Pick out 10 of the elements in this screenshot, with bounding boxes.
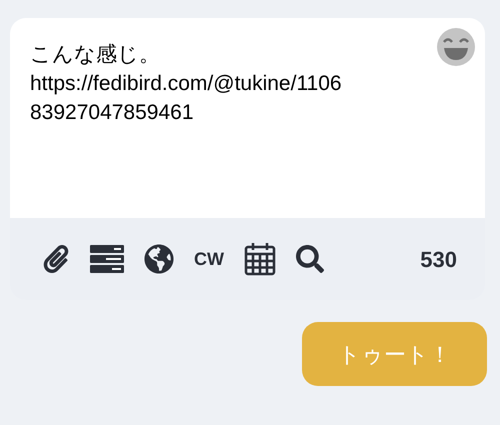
globe-icon <box>144 244 174 274</box>
search-icon <box>296 245 324 273</box>
content-warning-button[interactable]: CW <box>190 246 228 272</box>
paperclip-icon <box>42 245 70 273</box>
compose-text: こんな感じ。 https://fedibird.com/@tukine/110683927047859461 <box>30 42 343 126</box>
calendar-icon <box>244 242 276 276</box>
emoji-icon[interactable] <box>435 26 477 68</box>
list-icon <box>90 245 124 273</box>
character-counter: 530 <box>420 246 457 274</box>
compose-field[interactable]: こんな感じ。 https://fedibird.com/@tukine/110683927047859461 <box>10 18 485 218</box>
